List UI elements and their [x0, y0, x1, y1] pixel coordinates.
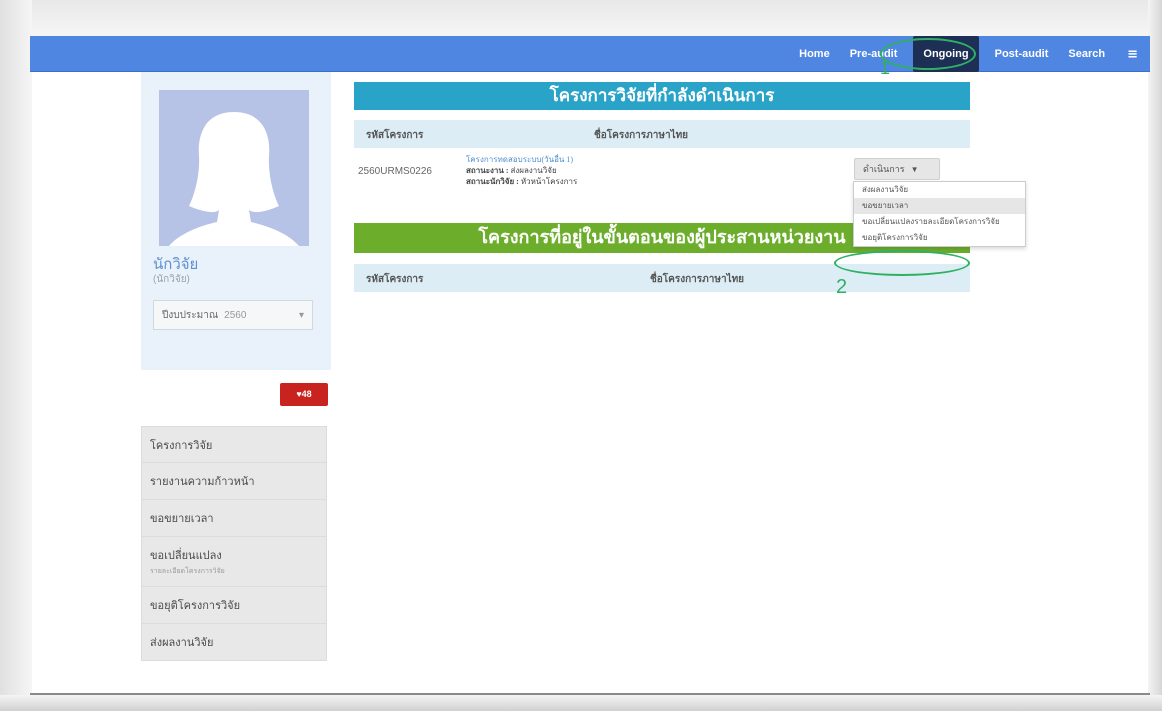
column-header-code: รหัสโครงการ: [366, 274, 424, 285]
frame-divider: [30, 693, 1150, 695]
project-title-link[interactable]: โครงการทดสอบระบบ(วันอื่น 1): [466, 154, 577, 165]
hamburger-icon[interactable]: ≡: [1115, 47, 1150, 62]
project-info: โครงการทดสอบระบบ(วันอื่น 1) สถานะงาน : ส…: [466, 154, 577, 187]
chevron-down-icon: ▾: [298, 309, 304, 321]
nav-post-audit[interactable]: Post-audit: [985, 36, 1059, 72]
column-header-name: ชื่อโครงการภาษาไทย: [650, 274, 745, 285]
annotation-number-1: 1: [880, 58, 891, 78]
fiscal-year-select[interactable]: ปีงบประมาณ 2560 ▾: [153, 300, 313, 330]
manage-button-label: ดำเนินการ: [863, 164, 905, 174]
frame-edge-left: [0, 0, 32, 711]
sidebar-item-extend-time[interactable]: ขอขยายเวลา: [141, 500, 327, 537]
ongoing-panel-title: โครงการวิจัยที่กำลังดำเนินการ: [354, 82, 970, 110]
sidebar-item-projects[interactable]: โครงการวิจัย: [141, 426, 327, 463]
nav-search[interactable]: Search: [1058, 36, 1115, 72]
avatar-silhouette-icon: [159, 90, 309, 246]
frame-edge-bottom: [0, 695, 1162, 711]
sidebar-item-submit-work[interactable]: ส่งผลงานวิจัย: [141, 624, 327, 661]
caret-down-icon: ▼: [910, 165, 919, 174]
dropdown-item-change-request[interactable]: ขอเปลี่ยนแปลงรายละเอียดโครงการวิจัย: [854, 214, 1025, 230]
researcher-status: สถานะนักวิจัย : หัวหน้าโครงการ: [466, 177, 578, 186]
fiscal-year-label: ปีงบประมาณ: [162, 309, 219, 321]
sidebar-item-label: ขอยุติโครงการวิจัย: [150, 600, 241, 612]
sidebar-item-label: ขอเปลี่ยนแปลง: [150, 550, 222, 562]
dropdown-item-submit-work[interactable]: ส่งผลงานวิจัย: [854, 182, 1025, 198]
sidebar-item-progress-report[interactable]: รายงานความก้าวหน้า: [141, 463, 327, 500]
sidebar-item-sublabel: รายละเอียดโครงการวิจัย: [150, 568, 225, 575]
notification-badge[interactable]: ♥48: [280, 383, 328, 406]
frame-edge-top: [0, 0, 1162, 36]
manage-dropdown-menu: ส่งผลงานวิจัย ขอขยายเวลา ขอเปลี่ยนแปลงรา…: [853, 181, 1026, 247]
sidebar-item-terminate[interactable]: ขอยุติโครงการวิจัย: [141, 587, 327, 624]
avatar: [159, 90, 309, 246]
frame-edge-right: [1148, 0, 1162, 711]
dropdown-item-terminate[interactable]: ขอยุติโครงการวิจัย: [854, 230, 1025, 246]
top-navbar: Home Pre-audit Ongoing Post-audit Search…: [30, 36, 1150, 72]
annotation-number-2: 2: [836, 276, 848, 298]
column-header-name: ชื่อโครงการภาษาไทย: [594, 130, 689, 141]
annotation-ring-terminate: [834, 250, 970, 276]
dropdown-item-extend-time[interactable]: ขอขยายเวลา: [854, 198, 1025, 214]
profile-role: (นักวิจัย): [153, 274, 190, 285]
sidebar-item-change-request[interactable]: ขอเปลี่ยนแปลง รายละเอียดโครงการวิจัย: [141, 537, 327, 587]
profile-card: นักวิจัย (นักวิจัย) ปีงบประมาณ 2560 ▾: [141, 72, 331, 370]
ongoing-table-header: รหัสโครงการ ชื่อโครงการภาษาไทย: [354, 120, 970, 148]
project-code: 2560URMS0226: [358, 166, 432, 177]
sidebar-item-label: ส่งผลงานวิจัย: [150, 637, 214, 649]
nav-home[interactable]: Home: [789, 36, 840, 72]
sidebar-item-label: ขอขยายเวลา: [150, 513, 214, 525]
manage-dropdown-button[interactable]: ดำเนินการ ▼: [854, 158, 940, 180]
sidebar-item-label: รายงานความก้าวหน้า: [150, 476, 255, 488]
column-header-code: รหัสโครงการ: [366, 130, 424, 141]
sidebar-item-label: โครงการวิจัย: [150, 439, 213, 452]
project-status: สถานะงาน : ส่งผลงานวิจัย: [466, 166, 557, 175]
sidebar-menu: โครงการวิจัย รายงานความก้าวหน้า ขอขยายเว…: [141, 426, 327, 661]
fiscal-year-value: 2560: [224, 309, 247, 321]
annotation-ring-ongoing: [880, 38, 976, 70]
